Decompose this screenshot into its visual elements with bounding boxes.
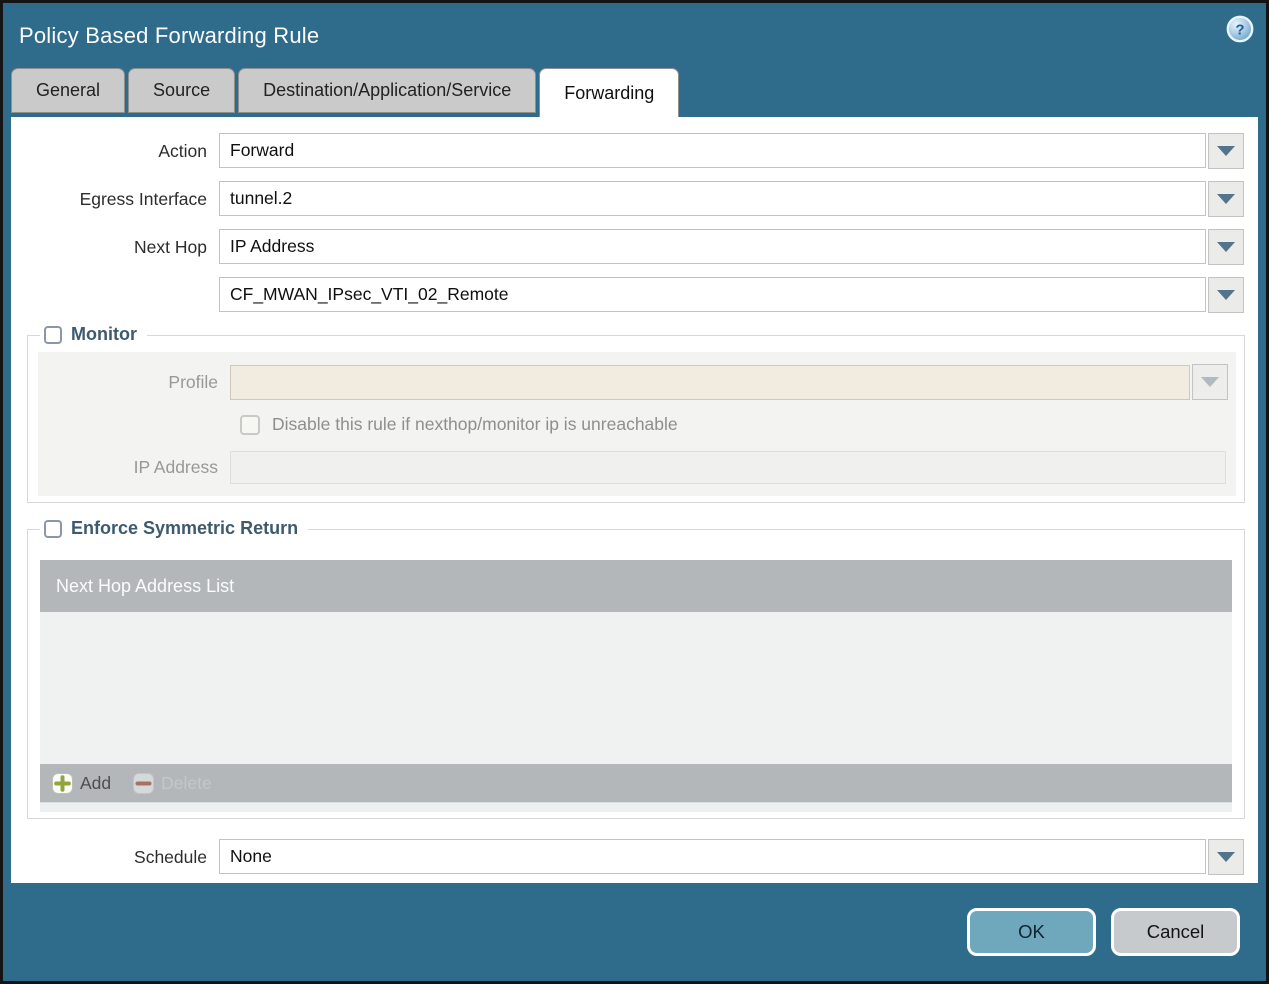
disable-rule-label: Disable this rule if nexthop/monitor ip … — [272, 414, 678, 434]
monitor-ip-address-label: IP Address — [133, 457, 218, 477]
enforce-symmetric-return-section: Enforce Symmetric Return Next Hop Addres… — [27, 518, 1245, 819]
table-scrollbar-track[interactable] — [40, 802, 1232, 812]
next-hop-address-list-table: Next Hop Address List Add Delete — [40, 560, 1232, 812]
monitor-ip-address-row: IP Address — [38, 451, 1228, 484]
monitor-section-label: Monitor — [71, 324, 137, 344]
cancel-button[interactable]: Cancel — [1111, 908, 1240, 956]
ok-button[interactable]: OK — [967, 908, 1096, 956]
action-label: Action — [158, 140, 207, 161]
schedule-row: Schedule None — [11, 839, 1258, 875]
dialog-title: Policy Based Forwarding Rule — [19, 22, 320, 48]
chevron-down-icon — [1201, 377, 1219, 387]
chevron-down-icon — [1217, 146, 1235, 156]
tab-forwarding[interactable]: Forwarding — [539, 68, 680, 117]
minus-icon — [133, 772, 155, 794]
enforce-symmetric-return-checkbox[interactable] — [44, 519, 62, 538]
next-hop-row: Next Hop IP Address — [11, 229, 1258, 265]
disable-rule-checkbox — [240, 414, 260, 435]
chevron-down-icon — [1217, 852, 1235, 862]
next-hop-address-row: CF_MWAN_IPsec_VTI_02_Remote — [11, 277, 1258, 313]
chevron-down-icon — [1217, 242, 1235, 252]
add-button[interactable]: Add — [52, 772, 112, 794]
profile-label: Profile — [168, 371, 218, 392]
tab-general[interactable]: General — [11, 68, 126, 113]
action-row: Action Forward — [11, 133, 1258, 169]
tab-destination-application-service[interactable]: Destination/Application/Service — [238, 68, 537, 113]
delete-button-label: Delete — [161, 772, 212, 793]
monitor-section: Monitor Profile Disable this rule if nex… — [27, 324, 1245, 503]
next-hop-address-select[interactable]: CF_MWAN_IPsec_VTI_02_Remote — [219, 277, 1206, 312]
tab-source[interactable]: Source — [128, 68, 236, 113]
next-hop-address-dropdown-button[interactable] — [1208, 277, 1244, 313]
egress-interface-row: Egress Interface tunnel.2 — [11, 181, 1258, 217]
add-button-label: Add — [80, 772, 112, 793]
schedule-dropdown-button[interactable] — [1208, 839, 1244, 875]
schedule-select[interactable]: None — [219, 839, 1206, 874]
disable-rule-row: Disable this rule if nexthop/monitor ip … — [38, 400, 1228, 449]
svg-text:?: ? — [1235, 22, 1244, 39]
profile-select — [230, 364, 1190, 400]
monitor-panel: Profile Disable this rule if nexthop/mon… — [38, 352, 1236, 496]
chevron-down-icon — [1217, 194, 1235, 204]
action-select[interactable]: Forward — [219, 133, 1206, 168]
profile-row: Profile — [38, 364, 1228, 400]
enforce-symmetric-return-label: Enforce Symmetric Return — [71, 518, 299, 538]
help-icon[interactable]: ? — [1226, 15, 1254, 43]
schedule-label: Schedule — [134, 846, 207, 867]
monitor-ip-address-input — [230, 451, 1226, 484]
next-hop-type-select[interactable]: IP Address — [219, 229, 1206, 264]
next-hop-address-list-header: Next Hop Address List — [40, 560, 1232, 612]
tab-bar: General Source Destination/Application/S… — [3, 68, 1266, 117]
egress-interface-select[interactable]: tunnel.2 — [219, 181, 1206, 216]
next-hop-address-list-body[interactable] — [40, 612, 1232, 764]
monitor-legend: Monitor — [40, 324, 147, 345]
forwarding-tab-panel: Action Forward Egress Interface tunnel.2… — [11, 117, 1258, 883]
dialog-footer: OK Cancel — [3, 883, 1266, 981]
policy-based-forwarding-dialog: Policy Based Forwarding Rule ? General S… — [0, 0, 1269, 984]
chevron-down-icon — [1217, 290, 1235, 300]
next-hop-label: Next Hop — [134, 236, 207, 257]
egress-interface-label: Egress Interface — [79, 188, 207, 209]
plus-icon — [52, 772, 73, 794]
egress-interface-dropdown-button[interactable] — [1208, 181, 1244, 217]
next-hop-type-dropdown-button[interactable] — [1208, 229, 1244, 265]
dialog-titlebar: Policy Based Forwarding Rule ? — [3, 3, 1266, 68]
profile-dropdown-button — [1192, 364, 1228, 400]
action-dropdown-button[interactable] — [1208, 133, 1244, 169]
next-hop-address-list-toolbar: Add Delete — [40, 764, 1232, 802]
delete-button: Delete — [133, 772, 212, 794]
enforce-symmetric-return-legend: Enforce Symmetric Return — [40, 518, 309, 539]
monitor-checkbox[interactable] — [44, 325, 62, 344]
